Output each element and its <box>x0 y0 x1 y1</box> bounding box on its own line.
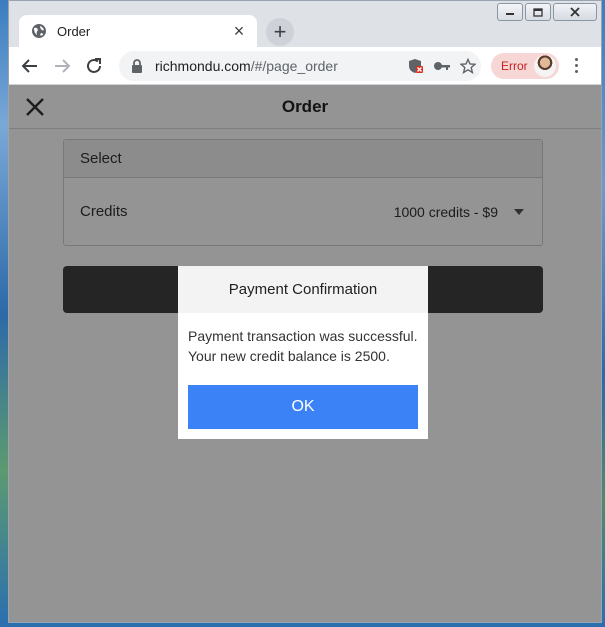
reload-button[interactable] <box>79 51 109 81</box>
tab-close-icon[interactable]: × <box>227 19 251 43</box>
close-window-button[interactable] <box>553 3 597 21</box>
menu-dot <box>575 64 579 67</box>
back-button[interactable] <box>15 51 45 81</box>
browser-window: Order × + richmondu.com/#/page_order Err… <box>8 0 602 623</box>
dialog-message-line-1: Payment transaction was successful. <box>188 328 418 344</box>
menu-dot <box>575 58 579 61</box>
globe-icon <box>31 23 47 39</box>
new-tab-button[interactable]: + <box>266 18 294 46</box>
forward-button[interactable] <box>47 51 77 81</box>
address-bar[interactable]: richmondu.com/#/page_order <box>119 50 481 81</box>
minimize-button[interactable] <box>497 3 523 21</box>
ok-button[interactable]: OK <box>188 385 418 429</box>
browser-toolbar: richmondu.com/#/page_order Error <box>9 47 601 85</box>
tab-title: Order <box>57 23 91 39</box>
url-text: richmondu.com/#/page_order <box>155 58 403 74</box>
payment-confirmation-dialog: Payment Confirmation Payment transaction… <box>178 266 428 439</box>
plus-icon: + <box>273 19 287 44</box>
tab-order[interactable]: Order × <box>19 15 257 47</box>
arrow-left-icon <box>21 58 37 73</box>
arrow-right-icon <box>55 58 71 73</box>
url-host: richmondu.com <box>155 57 251 74</box>
window-controls <box>497 3 597 21</box>
lock-icon <box>129 58 145 73</box>
desktop-background-left <box>0 0 8 627</box>
key-icon[interactable] <box>429 53 455 79</box>
blocked-content-icon[interactable] <box>403 53 429 79</box>
avatar <box>533 54 556 77</box>
tab-strip: Order × + <box>9 1 601 47</box>
maximize-button[interactable] <box>525 3 551 21</box>
dialog-title: Payment Confirmation <box>178 266 428 313</box>
browser-menu-button[interactable] <box>567 58 587 73</box>
menu-dot <box>575 70 579 73</box>
url-path: /#/page_order <box>250 57 338 74</box>
reload-icon <box>87 57 101 73</box>
dialog-message-line-2: Your new credit balance is 2500. <box>188 348 390 364</box>
profile-status-label: Error <box>501 58 528 73</box>
profile-error-button[interactable]: Error <box>491 52 559 79</box>
dialog-message: Payment transaction was successful. Your… <box>178 313 428 366</box>
star-icon[interactable] <box>455 53 481 79</box>
page-content: Order Select Credits 1000 credits - $9 P… <box>9 85 601 622</box>
